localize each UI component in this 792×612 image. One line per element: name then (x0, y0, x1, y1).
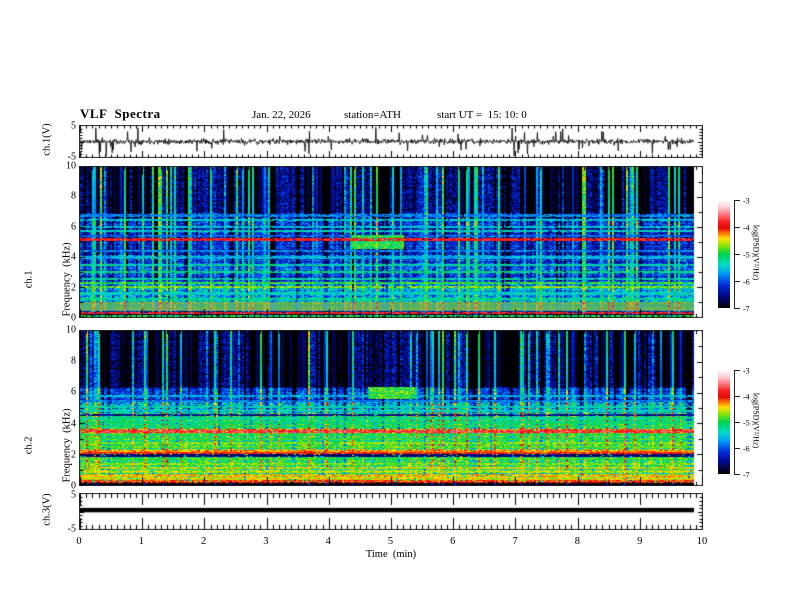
ch2-axis-channel: ch.2 (23, 436, 35, 455)
colorbar-tick (734, 448, 740, 449)
ch1-axis-channel: ch.1 (23, 270, 35, 289)
ch1-frequency-axis-label: ch.1 Frequency (kHz) (0, 204, 99, 354)
colorbar-ch2 (718, 370, 730, 474)
figure-date: Jan. 22, 2026 (252, 109, 311, 121)
ch2-freq-tick-label: 10 (66, 324, 76, 336)
colorbar-tick-label: -7 (743, 304, 750, 313)
time-tick-label: 1 (138, 536, 144, 547)
time-tick-label: 3 (263, 536, 269, 547)
colorbar-ch2-unit-label: log(PSD)(V²/Hz) (751, 392, 761, 449)
ch1-volt-tick-label: 5 (71, 120, 76, 132)
colorbar-tick (734, 254, 740, 255)
ch2-spectrogram-canvas (79, 330, 703, 486)
colorbar-tick (734, 474, 740, 475)
colorbar-tick-label: -6 (743, 277, 750, 286)
time-tick-label: 2 (200, 536, 207, 547)
colorbar-tick (734, 370, 740, 371)
colorbar-ch1-unit-label: log(PSD)(V²/Hz) (751, 224, 761, 281)
time-tick-label: 9 (637, 536, 643, 547)
time-tick-label: 6 (450, 536, 456, 547)
ch1-freq-tick-label: 6 (71, 221, 76, 233)
ch1-waveform-canvas (79, 125, 703, 158)
ch3-waveform-canvas (79, 493, 703, 530)
ch3-volt-tick-label: -5 (67, 523, 76, 535)
colorbar-tick-label: -7 (743, 470, 750, 479)
ch1-volt-tick-label: -5 (67, 151, 76, 163)
colorbar-tick-label: -5 (743, 418, 750, 427)
ch1-spectrogram-canvas (79, 166, 703, 318)
ch1-freq-tick-label: 0 (71, 312, 76, 324)
vlf-spectra-figure: VLF Spectra Jan. 22, 2026 station=ATH st… (0, 0, 792, 612)
ch1-freq-tick-label: 8 (71, 190, 76, 202)
colorbar-tick-label: -4 (743, 223, 750, 232)
ch2-freq-tick-label: 4 (71, 418, 76, 430)
colorbar-tick-label: -3 (743, 196, 750, 205)
colorbar-tick (734, 200, 740, 201)
colorbar-tick (734, 227, 740, 228)
figure-station: station=ATH (344, 109, 401, 121)
time-tick-label: 8 (574, 536, 581, 547)
colorbar-ch1 (718, 200, 730, 308)
ch2-freq-tick-label: 2 (71, 449, 76, 461)
ch1-freq-tick-label: 2 (71, 282, 76, 294)
colorbar-tick (734, 396, 740, 397)
time-tick-label: 10 (696, 536, 708, 547)
colorbar-tick-label: -3 (743, 366, 750, 375)
ch2-freq-tick-label: 6 (71, 386, 76, 398)
time-tick-label: 0 (76, 536, 82, 547)
time-tick-label: 5 (387, 536, 394, 547)
time-tick-label: 7 (512, 536, 518, 547)
figure-start-ut: start UT = 15: 10: 0 (437, 109, 527, 121)
colorbar-tick (734, 422, 740, 423)
colorbar-tick-label: -5 (743, 250, 750, 259)
figure-title: VLF Spectra (80, 106, 161, 121)
colorbar-tick (734, 308, 740, 309)
ch2-freq-tick-label: 8 (71, 355, 76, 367)
ch3-voltage-axis-label: ch.3(V) (41, 493, 53, 526)
ch1-freq-tick-label: 4 (71, 251, 76, 263)
time-tick-label: 4 (325, 536, 331, 547)
colorbar-tick-label: -6 (743, 444, 750, 453)
time-axis-label: Time (min) (365, 549, 417, 560)
colorbar-tick (734, 281, 740, 282)
ch1-voltage-axis-label: ch.1(V) (41, 123, 53, 156)
ch3-volt-tick-label: 5 (71, 489, 76, 501)
colorbar-tick-label: -4 (743, 392, 750, 401)
